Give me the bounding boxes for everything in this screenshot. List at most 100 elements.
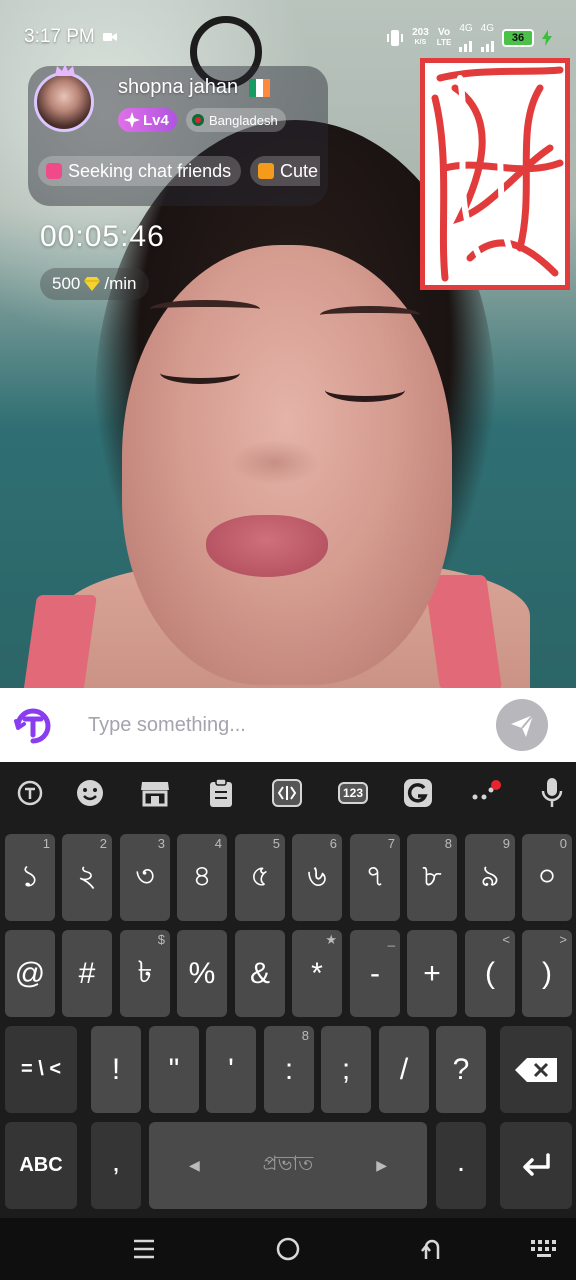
key-label: ২ bbox=[77, 860, 97, 893]
home-button[interactable] bbox=[268, 1232, 308, 1266]
key-exclamation[interactable]: ! bbox=[91, 1026, 141, 1113]
key-label: ৭ bbox=[365, 860, 385, 893]
keyboard-hide-button[interactable] bbox=[524, 1232, 564, 1266]
system-nav-bar bbox=[0, 1218, 576, 1280]
numpad-icon[interactable]: 123 bbox=[336, 776, 370, 810]
key-7[interactable]: 7৭ bbox=[350, 834, 400, 921]
local-preview-scribble[interactable] bbox=[420, 58, 570, 290]
spacebar-label: প্রভাত bbox=[262, 1153, 314, 1175]
key-label: * bbox=[311, 956, 323, 990]
key-single-quote[interactable]: ' bbox=[206, 1026, 256, 1113]
key-double-quote[interactable]: " bbox=[149, 1026, 199, 1113]
key-label: ' bbox=[228, 1052, 234, 1086]
enter-key[interactable] bbox=[500, 1122, 572, 1209]
ireland-flag-icon bbox=[249, 79, 270, 97]
key-slash[interactable]: / bbox=[379, 1026, 429, 1113]
key-9[interactable]: 9৯ bbox=[465, 834, 515, 921]
key-5[interactable]: 5৫ bbox=[235, 834, 285, 921]
store-icon[interactable] bbox=[138, 776, 172, 810]
symbols-shift-key[interactable]: = \ < bbox=[5, 1026, 77, 1113]
signal-bars-icon bbox=[480, 34, 494, 52]
key-hint: 1 bbox=[42, 836, 50, 851]
net-type-1: 4G bbox=[459, 23, 473, 34]
eye-right bbox=[325, 378, 405, 402]
spacebar[interactable]: ◀ প্রভাত ▶ bbox=[149, 1122, 427, 1209]
grammar-icon[interactable] bbox=[401, 776, 435, 810]
left-arrow-icon: ◀ bbox=[189, 1157, 200, 1173]
key-hint: 8 bbox=[444, 836, 452, 851]
key-question[interactable]: ? bbox=[436, 1026, 486, 1113]
key-plus[interactable]: + bbox=[407, 930, 457, 1017]
bangladesh-flag-icon bbox=[192, 114, 204, 126]
key-0[interactable]: 0০ bbox=[522, 834, 572, 921]
volte-indicator: Vo LTE bbox=[437, 28, 452, 48]
key-6[interactable]: 6৬ bbox=[292, 834, 342, 921]
text-cursor-icon[interactable] bbox=[270, 776, 304, 810]
speed-unit: K/S bbox=[414, 39, 427, 46]
eyebrow-right bbox=[320, 306, 420, 324]
mic-icon[interactable] bbox=[535, 776, 569, 810]
key-colon[interactable]: 8: bbox=[264, 1026, 314, 1113]
key-8[interactable]: 8৮ bbox=[407, 834, 457, 921]
recent-apps-button[interactable] bbox=[124, 1232, 164, 1266]
key-at[interactable]: @ bbox=[5, 930, 55, 1017]
key-hash[interactable]: # bbox=[62, 930, 112, 1017]
emoji-icon[interactable] bbox=[73, 776, 107, 810]
net-type-2: 4G bbox=[480, 23, 494, 34]
key-hint: 6 bbox=[329, 836, 337, 851]
send-button[interactable] bbox=[496, 699, 548, 751]
backspace-icon bbox=[515, 1057, 557, 1082]
key-ampersand[interactable]: & bbox=[235, 930, 285, 1017]
tag-text: Seeking chat friends bbox=[68, 160, 232, 181]
key-label: + bbox=[423, 956, 441, 990]
key-label: - bbox=[370, 956, 380, 990]
key-percent[interactable]: % bbox=[177, 930, 227, 1017]
call-timer: 00:05:46 bbox=[40, 220, 165, 253]
battery-icon: 36 bbox=[502, 29, 534, 47]
interest-tag: Cute bbox=[250, 156, 320, 186]
key-asterisk[interactable]: ★ * bbox=[292, 930, 342, 1017]
backspace-key[interactable] bbox=[500, 1026, 572, 1113]
avatar[interactable] bbox=[34, 72, 94, 132]
key-paren-close[interactable]: >) bbox=[522, 930, 572, 1017]
chat-heart-icon bbox=[46, 163, 62, 179]
key-label: # bbox=[78, 956, 96, 990]
key-label: ( bbox=[485, 956, 495, 990]
username: shopna jahan bbox=[118, 76, 239, 98]
keyboard: 123 1১ 2২ 3৩ 4৪ 5৫ 6৬ 7৭ 8৮ 9৯ 0০ @ # $ ৳… bbox=[0, 762, 576, 1218]
key-label: ৩ bbox=[135, 860, 155, 893]
period-key[interactable]: . bbox=[436, 1122, 486, 1209]
key-label: % bbox=[188, 956, 216, 990]
key-2[interactable]: 2২ bbox=[62, 834, 112, 921]
key-4[interactable]: 4৪ bbox=[177, 834, 227, 921]
comma-key[interactable]: , bbox=[91, 1122, 141, 1209]
key-semicolon[interactable]: ; bbox=[321, 1026, 371, 1113]
volte-top: Vo bbox=[438, 27, 451, 38]
sparkle-icon bbox=[124, 112, 140, 128]
key-3[interactable]: 3৩ bbox=[120, 834, 170, 921]
message-input[interactable] bbox=[88, 704, 478, 746]
more-icon[interactable] bbox=[468, 776, 502, 810]
translate-icon[interactable] bbox=[13, 776, 47, 810]
numpad-label: 123 bbox=[337, 782, 369, 804]
key-1[interactable]: 1১ bbox=[5, 834, 55, 921]
send-icon bbox=[511, 714, 534, 737]
eye-left bbox=[160, 362, 240, 384]
status-bar: 3:17 PM 203 K/S Vo LTE 4G 4G 36 bbox=[0, 20, 576, 54]
key-hint: > bbox=[559, 932, 567, 947]
signal-bars-icon bbox=[459, 34, 473, 52]
key-hint: 5 bbox=[272, 836, 280, 851]
vibrate-icon bbox=[387, 30, 404, 46]
back-button[interactable] bbox=[412, 1232, 452, 1266]
clipboard-icon[interactable] bbox=[204, 776, 238, 810]
keyboard-toolbar: 123 bbox=[0, 762, 576, 828]
key-paren-open[interactable]: <( bbox=[465, 930, 515, 1017]
key-taka[interactable]: $ ৳ bbox=[120, 930, 170, 1017]
key-label: ৯ bbox=[480, 860, 500, 893]
translate-logo-icon[interactable] bbox=[12, 705, 54, 747]
key-label: " bbox=[168, 1052, 180, 1086]
abc-key[interactable]: ABC bbox=[5, 1122, 77, 1209]
volte-bottom: LTE bbox=[436, 38, 452, 47]
key-minus[interactable]: _ - bbox=[350, 930, 400, 1017]
speed-value: 203 bbox=[412, 27, 429, 38]
